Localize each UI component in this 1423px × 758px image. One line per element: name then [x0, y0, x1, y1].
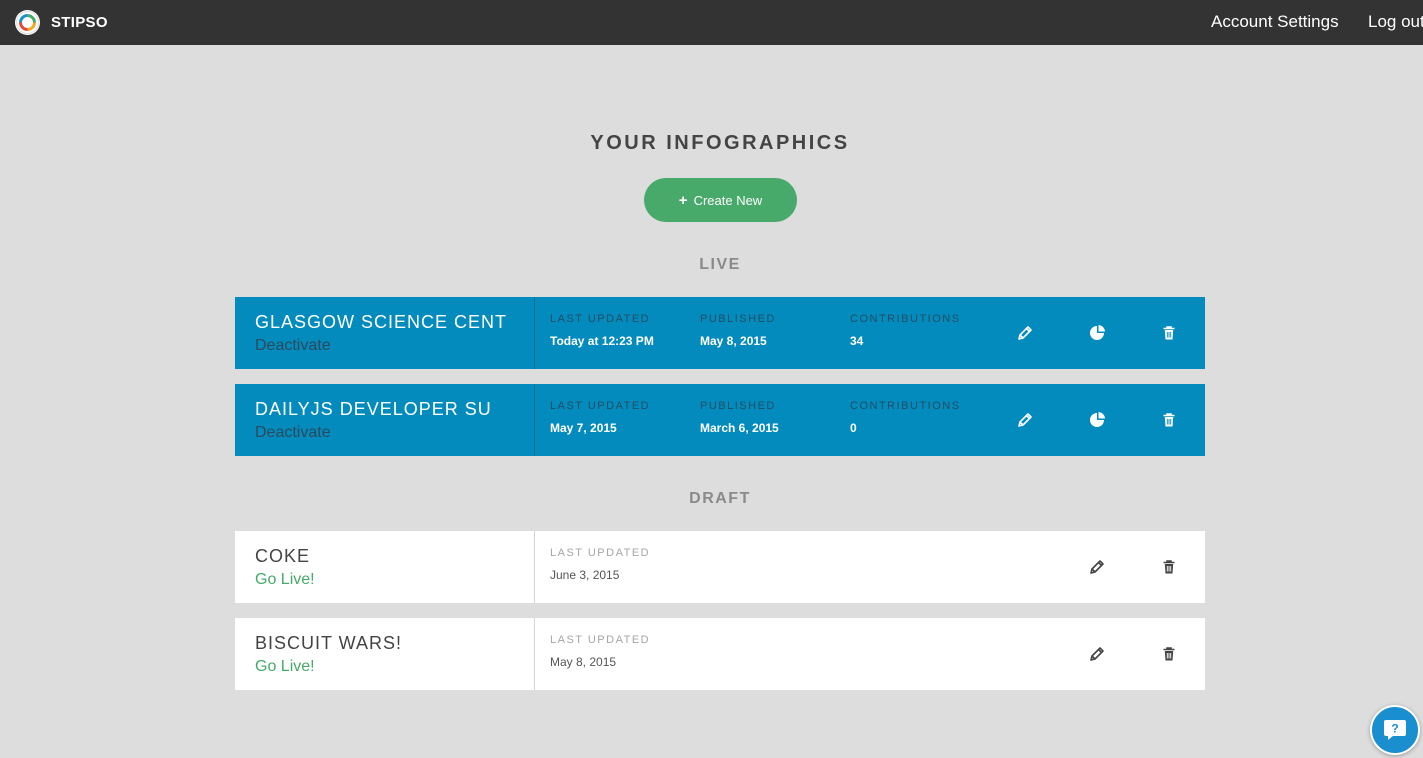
- stat-label: CONTRIBUTIONS: [850, 313, 961, 325]
- go-live-link[interactable]: Go Live!: [255, 658, 315, 676]
- brand[interactable]: STIPSO: [15, 10, 108, 35]
- contributions-stat: CONTRIBUTIONS 34: [850, 313, 961, 348]
- draft-infographic-card: COKE Go Live! LAST UPDATED June 3, 2015: [235, 531, 1205, 603]
- pie-chart-icon[interactable]: [1086, 409, 1108, 431]
- page-title: YOUR INFOGRAPHICS: [590, 132, 850, 154]
- create-new-button[interactable]: + Create New: [644, 178, 797, 222]
- deactivate-link[interactable]: Deactivate: [255, 337, 331, 355]
- trash-icon[interactable]: [1158, 409, 1180, 431]
- draft-section-heading: DRAFT: [689, 490, 751, 507]
- brand-name: STIPSO: [51, 14, 108, 31]
- help-icon: ?: [1384, 720, 1406, 740]
- stat-value: May 7, 2015: [550, 421, 617, 435]
- published-stat: PUBLISHED March 6, 2015: [700, 400, 779, 435]
- stat-label: LAST UPDATED: [550, 400, 651, 412]
- pencil-icon[interactable]: [1014, 322, 1036, 344]
- last-updated-stat: LAST UPDATED Today at 12:23 PM: [550, 313, 654, 348]
- contributions-stat: CONTRIBUTIONS 0: [850, 400, 961, 435]
- trash-icon[interactable]: [1158, 643, 1180, 665]
- trash-icon[interactable]: [1158, 322, 1180, 344]
- stat-value: Today at 12:23 PM: [550, 334, 654, 348]
- deactivate-link[interactable]: Deactivate: [255, 424, 331, 442]
- published-stat: PUBLISHED May 8, 2015: [700, 313, 776, 348]
- infographic-title[interactable]: COKE: [255, 546, 525, 567]
- create-new-label: Create New: [693, 192, 763, 208]
- live-infographic-card: DAILYJS DEVELOPER SU Deactivate LAST UPD…: [235, 384, 1205, 456]
- logo-icon: [15, 10, 40, 35]
- logout-link[interactable]: Log out: [1368, 12, 1423, 32]
- last-updated-stat: LAST UPDATED May 7, 2015: [550, 400, 650, 435]
- stat-value: 0: [850, 421, 857, 435]
- live-infographic-card: GLASGOW SCIENCE CENT Deactivate LAST UPD…: [235, 297, 1205, 369]
- pencil-icon[interactable]: [1086, 556, 1108, 578]
- pie-chart-icon[interactable]: [1086, 322, 1108, 344]
- trash-icon[interactable]: [1158, 556, 1180, 578]
- infographic-title[interactable]: DAILYJS DEVELOPER SU: [255, 399, 525, 420]
- stat-label: PUBLISHED: [700, 313, 776, 325]
- infographic-title[interactable]: GLASGOW SCIENCE CENT: [255, 312, 525, 333]
- card-name-column: GLASGOW SCIENCE CENT Deactivate: [235, 297, 535, 369]
- stat-value: 34: [850, 334, 864, 348]
- card-name-column: COKE Go Live!: [235, 531, 535, 603]
- stat-label: LAST UPDATED: [550, 313, 651, 325]
- stat-value: May 8, 2015: [700, 334, 767, 348]
- last-updated-stat: LAST UPDATED May 8, 2015: [550, 634, 650, 669]
- stat-value: June 3, 2015: [550, 568, 620, 582]
- top-navbar: STIPSO Account Settings Log out: [0, 0, 1423, 45]
- plus-icon: +: [678, 191, 688, 209]
- stat-value: May 8, 2015: [550, 655, 617, 669]
- live-section-heading: LIVE: [699, 256, 741, 273]
- draft-infographic-card: BISCUIT WARS! Go Live! LAST UPDATED May …: [235, 618, 1205, 690]
- card-name-column: BISCUIT WARS! Go Live!: [235, 618, 535, 690]
- help-chat-button[interactable]: ?: [1370, 705, 1420, 755]
- stat-label: LAST UPDATED: [550, 634, 651, 646]
- pencil-icon[interactable]: [1014, 409, 1036, 431]
- card-name-column: DAILYJS DEVELOPER SU Deactivate: [235, 384, 535, 456]
- stat-value: March 6, 2015: [700, 421, 779, 435]
- stat-label: LAST UPDATED: [550, 547, 651, 559]
- infographic-title[interactable]: BISCUIT WARS!: [255, 633, 525, 654]
- last-updated-stat: LAST UPDATED June 3, 2015: [550, 547, 650, 582]
- go-live-link[interactable]: Go Live!: [255, 571, 315, 589]
- account-settings-link[interactable]: Account Settings: [1211, 12, 1339, 32]
- stat-label: PUBLISHED: [700, 400, 776, 412]
- stat-label: CONTRIBUTIONS: [850, 400, 961, 412]
- pencil-icon[interactable]: [1086, 643, 1108, 665]
- svg-text:?: ?: [1391, 722, 1398, 736]
